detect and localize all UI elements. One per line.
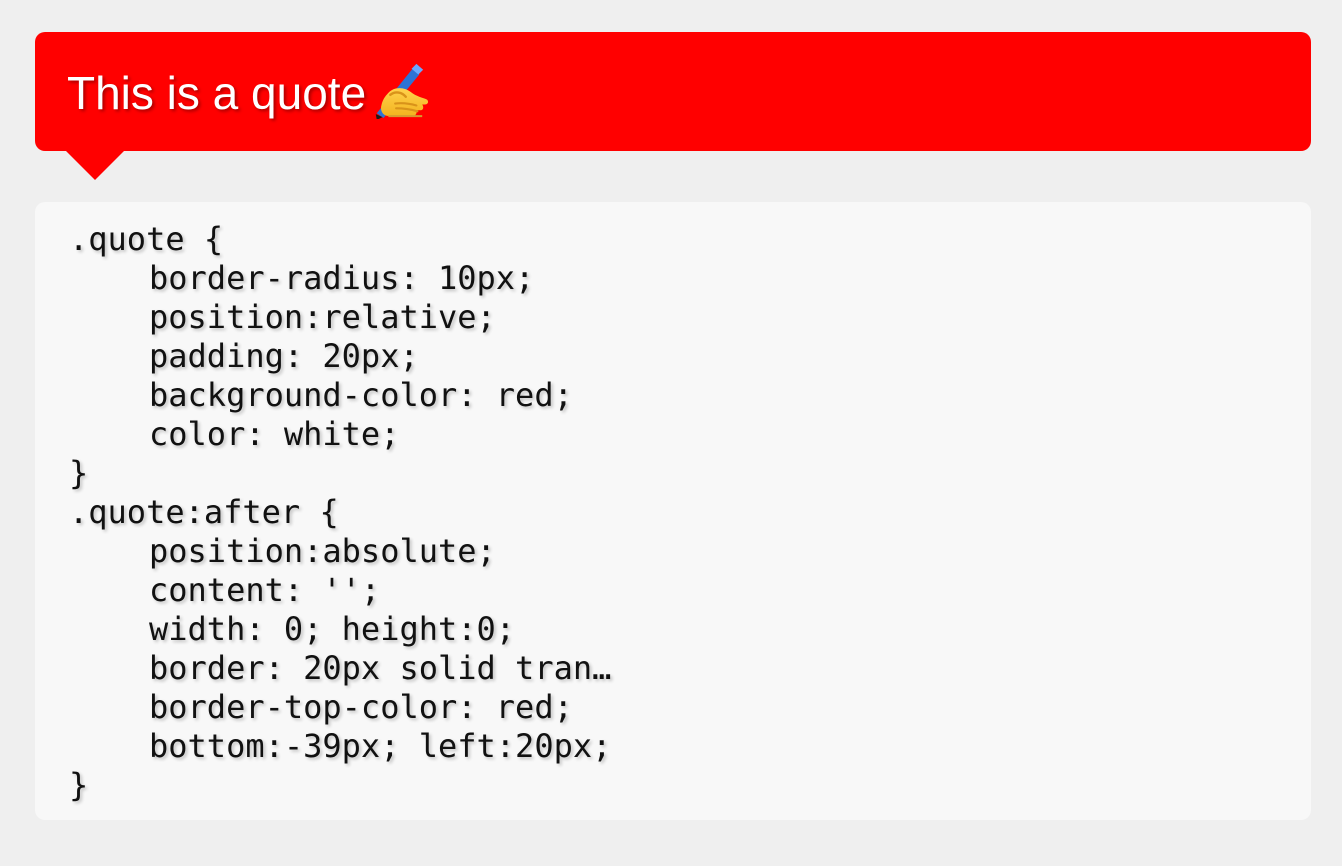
code-line: content: ''; — [149, 571, 381, 609]
writing-hand-icon — [375, 63, 429, 119]
code-line: } — [69, 766, 89, 804]
code-line: padding: 20px; — [149, 337, 419, 375]
code-line: background-color: red; — [149, 376, 573, 414]
code-line: .quote:after { — [69, 493, 339, 531]
code-line: border-radius: 10px; — [149, 259, 535, 297]
code-line: .quote { — [69, 220, 224, 258]
css-code-block: .quote { border-radius: 10px; position:r… — [35, 202, 1311, 820]
page: This is a quote .quote { border-radius: … — [0, 0, 1342, 866]
code-line: position:relative; — [149, 298, 496, 336]
code-line: } — [69, 454, 89, 492]
quote-text: This is a quote — [67, 66, 367, 119]
code-line: position:absolute; — [149, 532, 496, 570]
code-line: width: 0; height:0; — [149, 610, 516, 648]
quote-box: This is a quote — [35, 32, 1311, 180]
quote-title: This is a quote — [67, 61, 430, 119]
code-line: border: 20px solid tran… — [149, 649, 612, 687]
code-line: bottom:-39px; left:20px; — [149, 727, 612, 765]
code-line: border-top-color: red; — [149, 688, 573, 726]
quote-tail — [65, 150, 125, 180]
code-line: color: white; — [149, 415, 400, 453]
